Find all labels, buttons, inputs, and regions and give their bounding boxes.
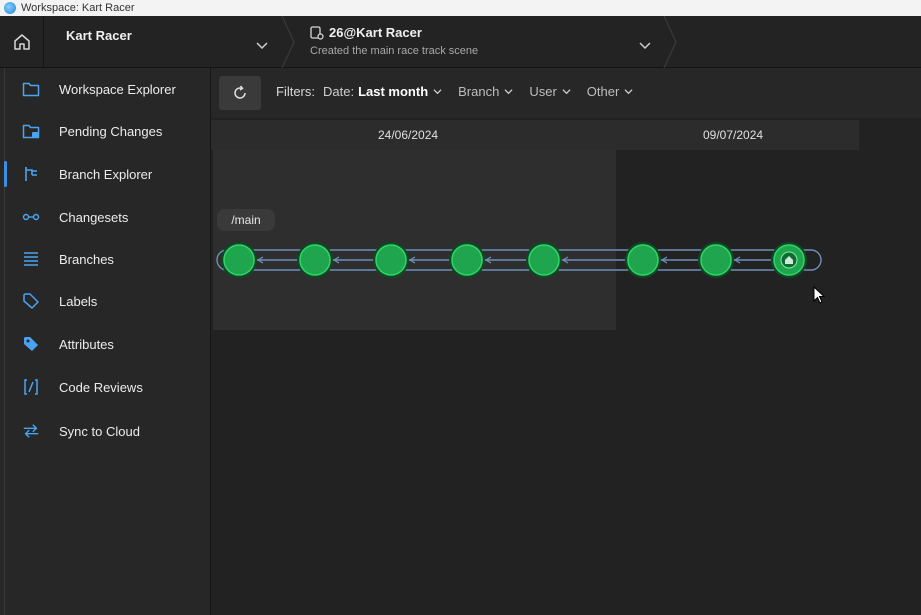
sidebar-item-label: Workspace Explorer [59,81,176,97]
chevron-down-icon [433,89,442,95]
changeset-node-fill [528,244,560,276]
home-icon [13,34,30,50]
changeset-node[interactable] [625,242,661,278]
changeset-dropdown-chevron-icon[interactable] [637,38,653,54]
user-filter-label: User [529,84,557,99]
workspace-name[interactable]: Kart Racer [66,28,132,43]
date-filter-value: Last month [358,84,429,99]
app-icon [4,2,16,14]
label-icon [22,292,40,310]
attribute-tag-icon [22,335,40,353]
pending-changes-icon [22,122,40,140]
changeset-node[interactable] [526,242,562,278]
sidebar-item-branch-explorer[interactable]: Branch Explorer [0,153,210,195]
branch-graph[interactable] [211,228,921,288]
breadcrumb-separator [281,16,295,68]
sidebar-item-changesets[interactable]: Changesets [0,196,210,238]
sidebar-item-code-reviews[interactable]: Code Reviews [0,366,210,408]
sidebar-item-label: Sync to Cloud [59,423,140,439]
sidebar-item-label: Code Reviews [59,379,143,395]
branch-filter-label: Branch [458,84,500,99]
other-filter-label: Other [586,84,620,99]
sidebar-item-label: Pending Changes [59,123,163,139]
sidebar-item-workspace-explorer[interactable]: Workspace Explorer [0,68,210,110]
branch-icon [22,165,40,183]
changeset-node[interactable] [449,242,485,278]
user-filter-dropdown[interactable]: User [529,84,571,99]
filters-label: Filters: [276,84,315,99]
sidebar: Workspace Explorer Pending Changes Branc… [0,68,211,615]
mouse-cursor-icon [813,286,826,304]
changeset-node[interactable] [297,242,333,278]
home-button[interactable] [0,16,44,68]
other-filter-dropdown[interactable]: Other [587,84,634,99]
changeset-node[interactable] [373,242,409,278]
sidebar-item-pending-changes[interactable]: Pending Changes [0,110,210,152]
head-changeset-node[interactable] [771,242,807,278]
sidebar-item-branches[interactable]: Branches [0,238,210,280]
changeset-icon [22,208,40,226]
folder-icon [22,80,40,98]
sidebar-item-label: Attributes [59,336,114,352]
changeset-branch-icon [310,26,324,40]
chevron-down-icon [562,89,571,95]
changeset-node-fill [451,244,483,276]
top-bar: Kart Racer 26@Kart Racer Created the mai… [0,16,921,68]
changeset-node-fill [627,244,659,276]
branch-filter-dropdown[interactable]: Branch [458,84,513,99]
date-filter-dropdown[interactable]: Date: Last month [323,84,442,99]
changeset-node-fill [223,244,255,276]
changeset-node-fill [375,244,407,276]
sidebar-item-label: Branch Explorer [59,166,153,182]
changeset-node[interactable] [698,242,734,278]
refresh-icon [234,85,246,99]
refresh-button[interactable] [219,76,261,110]
sidebar-item-sync-to-cloud[interactable]: Sync to Cloud [0,410,210,452]
changeset-node[interactable] [221,242,257,278]
workspace-dropdown-chevron-icon[interactable] [254,38,270,54]
timeline-date-header: 24/06/2024 09/07/2024 [211,120,859,150]
window-titlebar: Workspace: Kart Racer [0,0,921,16]
changeset-node-fill [299,244,331,276]
sidebar-item-label: Labels [59,293,98,309]
changeset-node-fill [700,244,732,276]
filters-bar: Filters: Date: Last month Branch User Ot… [276,84,649,99]
filter-toolbar: Filters: Date: Last month Branch User Ot… [211,68,921,118]
timeline-date-label: 24/06/2024 [378,128,439,142]
changeset-title[interactable]: 26@Kart Racer [329,25,422,40]
sidebar-item-label: Branches [59,251,114,267]
breadcrumb-separator-end [663,16,677,68]
sidebar-item-label: Changesets [59,209,129,225]
changeset-subtitle: Created the main race track scene [310,45,479,57]
list-icon [22,250,40,268]
chevron-down-icon [504,89,513,95]
branch-explorer-view: Filters: Date: Last month Branch User Ot… [211,68,921,615]
timeline-date-label: 09/07/2024 [703,128,764,142]
code-review-icon [22,378,40,396]
sidebar-item-attributes[interactable]: Attributes [0,323,210,365]
window-title: Workspace: Kart Racer [21,2,135,14]
chevron-down-icon [624,89,633,95]
sync-icon [22,422,40,440]
sidebar-item-labels[interactable]: Labels [0,280,210,322]
date-filter-label: Date: [323,84,355,99]
